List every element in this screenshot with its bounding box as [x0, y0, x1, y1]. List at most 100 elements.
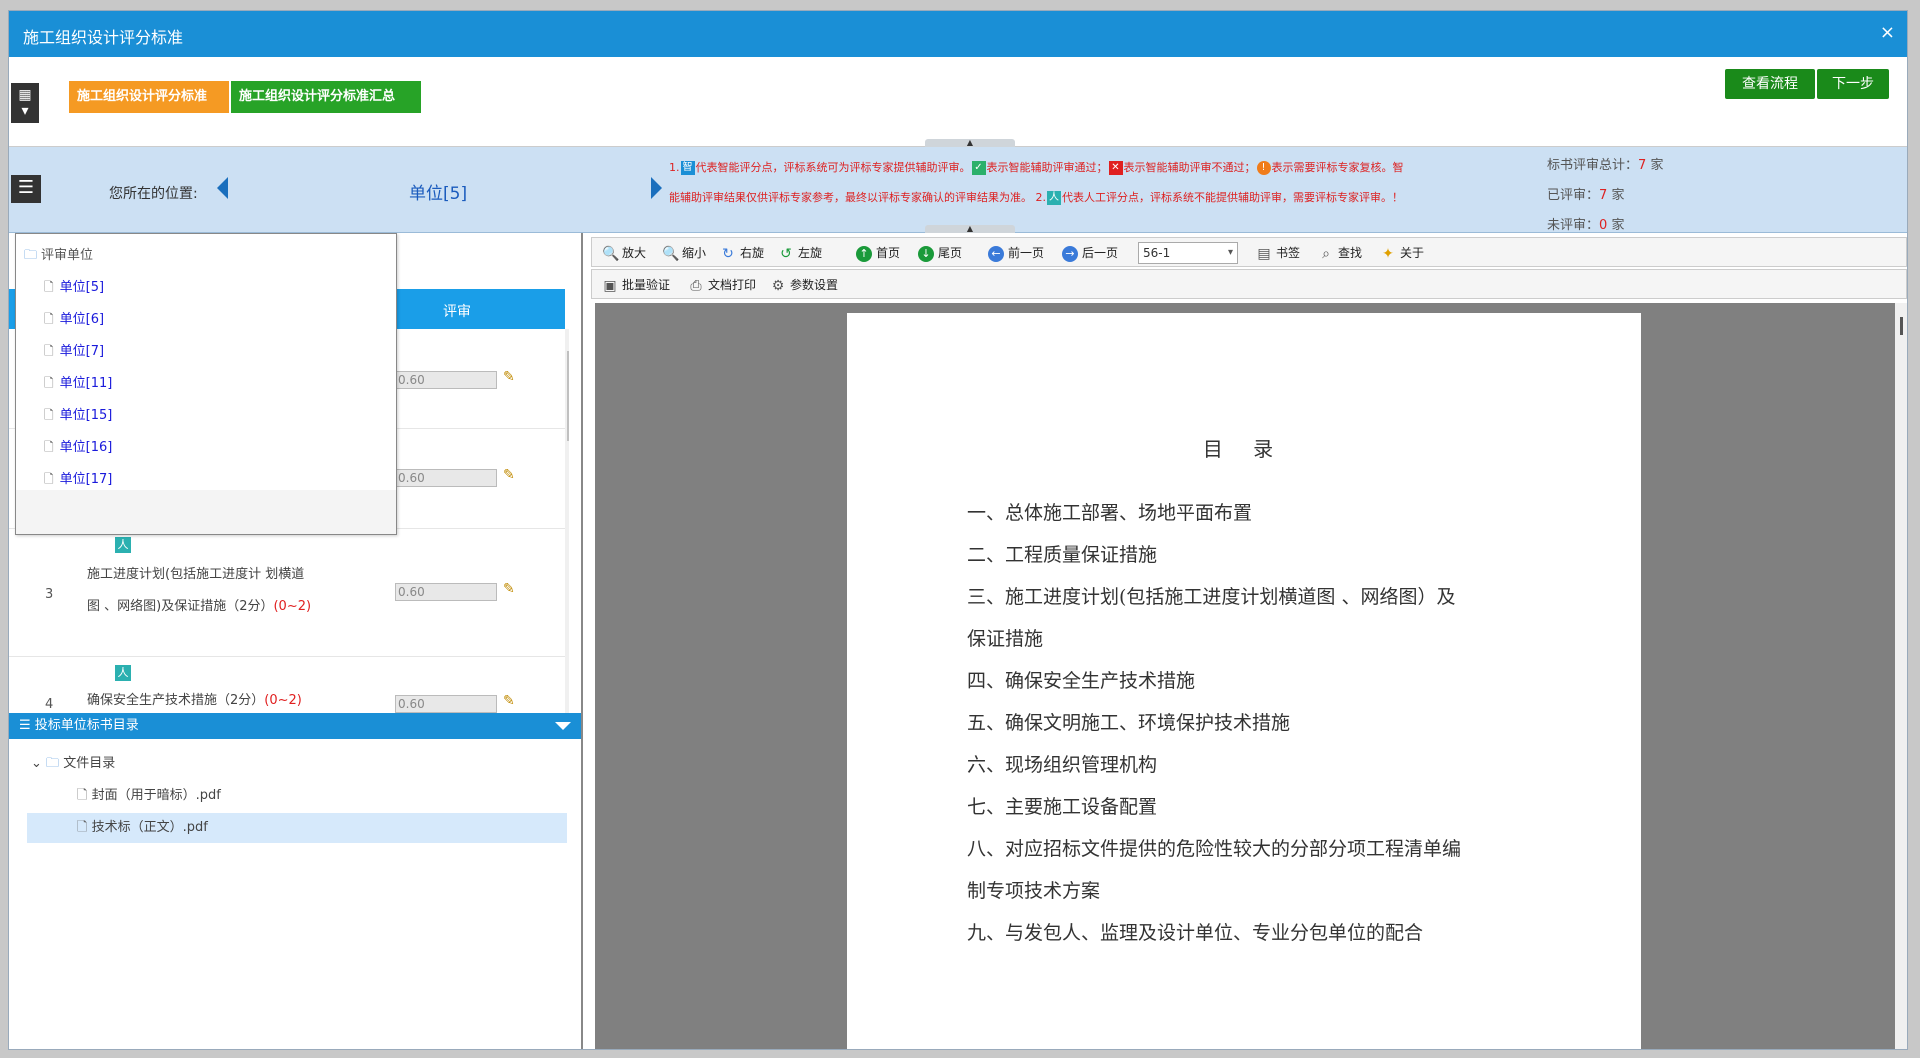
document-icon: 🗋	[44, 472, 54, 486]
collapse-arrow-icon[interactable]	[555, 722, 571, 730]
zoom-out-button[interactable]: 🔍 缩小	[662, 244, 706, 262]
print-button[interactable]: ⎙ 文档打印	[688, 276, 756, 294]
rotate-left-icon: ↺	[780, 245, 792, 262]
location-label: 您所在的位置:	[109, 186, 198, 202]
pencil-icon[interactable]: ✎	[503, 581, 515, 597]
check-icon: ✓	[971, 161, 986, 175]
directory-header[interactable]: ☰ 投标单位标书目录	[9, 713, 581, 739]
row-index: 3	[45, 587, 54, 602]
about-icon: ✦	[1382, 245, 1394, 262]
folder-icon: 🗀	[24, 248, 38, 263]
smart-badge-icon: 智	[680, 161, 695, 175]
rotate-right-icon: ↻	[722, 245, 734, 262]
tab-scoring-standard[interactable]: 施工组织设计评分标准	[69, 81, 229, 113]
bookmark-button[interactable]: ▤ 书签	[1256, 244, 1300, 262]
zoom-in-icon: 🔍	[602, 245, 620, 262]
find-button[interactable]: ⌕ 查找	[1318, 244, 1362, 262]
menu-icon[interactable]: ☰	[11, 175, 41, 203]
first-page-button[interactable]: ↑ 首页	[856, 244, 900, 262]
pdf-viewer: 🔍 放大 🔍 缩小 ↻ 右旋 ↺ 左旋 ↑ 首页 ↓ 尾页 ← 前一页 → 后一页 56-1 ▾ …	[585, 233, 1907, 1049]
toc-line: 三、施工进度计划(包括施工进度计划横道图 、网络图）及	[967, 586, 1456, 608]
score-input[interactable]: 0.60	[395, 371, 497, 389]
score-input[interactable]: 0.60	[395, 469, 497, 487]
toc-line: 五、确保文明施工、环境保护技术措施	[967, 712, 1291, 734]
collapse-down-handle[interactable]: ▲	[925, 225, 1015, 233]
manual-badge-icon: 人	[1047, 191, 1061, 205]
toc-line: 六、现场组织管理机构	[967, 754, 1158, 776]
toc-line: 二、工程质量保证措施	[967, 544, 1158, 566]
settings-button[interactable]: ⚙ 参数设置	[770, 276, 838, 294]
document-icon: 🗋	[44, 344, 54, 358]
pencil-icon[interactable]: ✎	[503, 369, 515, 385]
scrollbar[interactable]	[565, 329, 569, 713]
pencil-icon[interactable]: ✎	[503, 693, 515, 709]
toc-line: 保证措施	[967, 628, 1044, 650]
prev-unit-arrow-icon[interactable]	[217, 177, 228, 199]
unit-item[interactable]: 🗋 单位[16]	[44, 436, 112, 459]
tab-scoring-summary[interactable]: 施工组织设计评分标准汇总	[231, 81, 421, 113]
score-table: 评审 0.60 ✎ 0.60 ✎ 人 3 施工进度计划(包括施工进度计 划横道 …	[9, 233, 569, 713]
document-canvas[interactable]: 目 录 一、总体施工部署、场地平面布置 二、工程质量保证措施 三、施工进度计划(…	[595, 303, 1907, 1049]
score-input[interactable]: 0.60	[395, 695, 497, 713]
document-icon: 🗋	[44, 312, 54, 326]
batch-verify-button[interactable]: ▣ 批量验证	[602, 276, 670, 294]
folder-node[interactable]: ⌄ 🗀 文件目录	[31, 749, 115, 779]
manual-badge-icon: 人	[115, 665, 131, 681]
unit-item[interactable]: 🗋 单位[11]	[44, 372, 112, 395]
window-title: 施工组织设计评分标准	[23, 28, 184, 47]
arrow-up-icon: ↑	[856, 245, 872, 262]
manual-badge-icon: 人	[115, 537, 131, 553]
unit-item[interactable]: 🗋 单位[5]	[44, 276, 104, 299]
document-icon: 🗋	[77, 820, 88, 835]
rotate-left-button[interactable]: ↺ 左旋	[778, 244, 822, 262]
score-input[interactable]: 0.60	[395, 583, 497, 601]
rotate-right-button[interactable]: ↻ 右旋	[720, 244, 764, 262]
document-icon: 🗋	[44, 280, 54, 294]
page-select[interactable]: 56-1 ▾	[1138, 242, 1238, 264]
prev-page-button[interactable]: ← 前一页	[988, 244, 1044, 262]
pencil-icon[interactable]: ✎	[503, 467, 515, 483]
arrow-right-icon: →	[1062, 245, 1078, 262]
unit-dropdown: 🗀 评审单位 🗋 单位[5] 🗋 单位[6] 🗋 单位[7] 🗋 单位[11] 🗋 单位[1…	[15, 233, 397, 535]
unit-item[interactable]: 🗋 单位[7]	[44, 340, 104, 363]
scrollbar-thumb[interactable]	[567, 351, 569, 441]
zoom-in-button[interactable]: 🔍 放大	[602, 244, 646, 262]
apps-grid-icon[interactable]: ▦ ▾	[11, 83, 39, 123]
pdf-scrollbar[interactable]	[1895, 303, 1907, 1049]
last-page-button[interactable]: ↓ 尾页	[918, 244, 962, 262]
unit-tree-root[interactable]: 🗀 评审单位	[24, 244, 93, 268]
criterion-text: 确保安全生产技术措施（2分）(0~2)	[87, 693, 302, 708]
toc-line: 制专项技术方案	[967, 880, 1101, 902]
arrow-down-icon: ↓	[918, 245, 934, 262]
location-bar: ▲ ☰ 您所在的位置: 单位[5] 1. 智代表智能评分点，评标系统可为评标专家提…	[9, 139, 1907, 233]
next-unit-arrow-icon[interactable]	[651, 177, 662, 199]
document-icon: 🗋	[44, 376, 54, 390]
next-step-button[interactable]: 下一步	[1817, 69, 1889, 99]
collapse-up-handle[interactable]: ▲	[925, 139, 1015, 147]
close-icon[interactable]: ×	[1880, 22, 1895, 43]
chevron-down-icon[interactable]: ⌄	[31, 756, 42, 771]
arrow-left-icon: ←	[988, 245, 1004, 262]
view-flow-button[interactable]: 查看流程	[1725, 69, 1815, 99]
toc-line: 九、与发包人、监理及设计单位、专业分包单位的配合	[967, 922, 1424, 944]
unit-item[interactable]: 🗋 单位[17]	[44, 468, 112, 491]
viewer-toolbar-2: ▣ 批量验证 ⎙ 文档打印 ⚙ 参数设置	[591, 269, 1907, 299]
review-stats: 标书评审总计：7 家 已评审：7 家 未评审：0 家	[1547, 158, 1664, 233]
chevron-down-icon: ▾	[1227, 247, 1233, 258]
left-panel: 评审 0.60 ✎ 0.60 ✎ 人 3 施工进度计划(包括施工进度计 划横道 …	[9, 233, 583, 1049]
warning-icon: !	[1256, 161, 1271, 175]
cross-icon: ✕	[1108, 161, 1123, 175]
document-icon: 🗋	[77, 788, 88, 803]
find-icon: ⌕	[1322, 245, 1330, 262]
file-node-selected[interactable]: 🗋 技术标（正文）.pdf	[27, 813, 567, 843]
app-window: 施工组织设计评分标准 × ▦ ▾ 施工组织设计评分标准 施工组织设计评分标准汇总 …	[8, 10, 1908, 1050]
scrollbar-thumb[interactable]	[1900, 317, 1903, 335]
toc-line: 一、总体施工部署、场地平面布置	[967, 502, 1253, 524]
folder-icon: 🗀	[46, 756, 60, 771]
unit-item[interactable]: 🗋 单位[15]	[44, 404, 112, 427]
unit-item[interactable]: 🗋 单位[6]	[44, 308, 104, 331]
file-node[interactable]: 🗋 封面（用于暗标）.pdf	[77, 781, 221, 811]
next-page-button[interactable]: → 后一页	[1062, 244, 1118, 262]
toc-line: 七、主要施工设备配置	[967, 796, 1158, 818]
about-button[interactable]: ✦ 关于	[1380, 244, 1424, 262]
